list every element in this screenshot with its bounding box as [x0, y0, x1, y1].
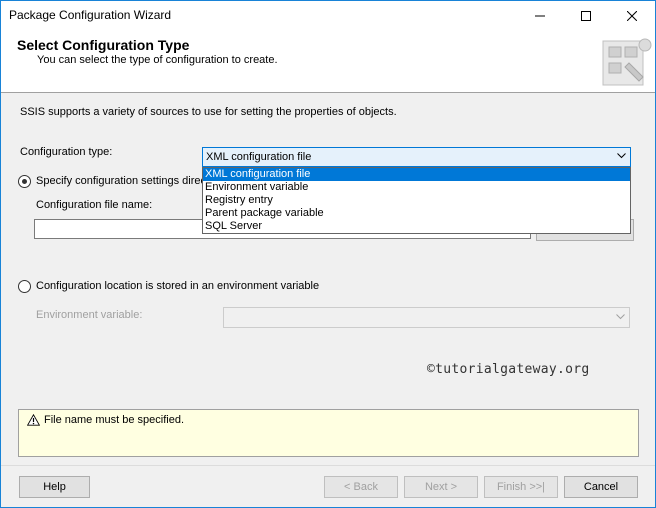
- message-text: File name must be specified.: [44, 414, 185, 426]
- bottom-divider: [1, 465, 655, 466]
- config-type-label: Configuration type:: [20, 146, 113, 158]
- watermark-text: ©tutorialgateway.org: [427, 362, 590, 377]
- close-icon[interactable]: [609, 1, 655, 31]
- warning-icon: [27, 414, 40, 426]
- help-button[interactable]: Help: [19, 476, 90, 498]
- page-title: Select Configuration Type: [17, 37, 190, 53]
- title-bar: Package Configuration Wizard: [1, 1, 655, 31]
- dropdown-option-registry-entry[interactable]: Registry entry: [203, 194, 630, 207]
- radio-specify-directly-label[interactable]: Specify configuration settings directly: [36, 175, 202, 187]
- dropdown-option-parent-package-variable[interactable]: Parent package variable: [203, 207, 630, 220]
- back-button[interactable]: < Back: [324, 476, 398, 498]
- config-type-selected-value: XML configuration file: [206, 151, 312, 163]
- message-box: File name must be specified.: [18, 409, 639, 457]
- config-type-select[interactable]: XML configuration file: [202, 147, 631, 167]
- wizard-window: Package Configuration Wizard Select Conf…: [0, 0, 656, 508]
- description-text: SSIS supports a variety of sources to us…: [20, 106, 397, 118]
- dropdown-option-xml[interactable]: XML configuration file: [203, 168, 630, 181]
- window-title: Package Configuration Wizard: [9, 8, 172, 22]
- cancel-button[interactable]: Cancel: [564, 476, 638, 498]
- radio-env-variable-label[interactable]: Configuration location is stored in an e…: [36, 280, 319, 292]
- minimize-icon[interactable]: [517, 1, 563, 31]
- config-file-name-label: Configuration file name:: [36, 199, 153, 211]
- chevron-down-icon: [616, 314, 625, 320]
- dropdown-option-sql-server[interactable]: SQL Server: [203, 220, 630, 233]
- config-type-dropdown-list: XML configuration file Environment varia…: [202, 167, 631, 234]
- wizard-banner-icon: [599, 33, 655, 91]
- dropdown-option-environment-variable[interactable]: Environment variable: [203, 181, 630, 194]
- radio-specify-directly[interactable]: [18, 175, 31, 188]
- maximize-icon[interactable]: [563, 1, 609, 31]
- chevron-down-icon: [617, 153, 626, 159]
- next-button[interactable]: Next >: [404, 476, 478, 498]
- page-subtitle: You can select the type of configuration…: [37, 54, 278, 66]
- env-variable-select: [223, 307, 630, 328]
- finish-button[interactable]: Finish >>|: [484, 476, 558, 498]
- wizard-header: Select Configuration Type You can select…: [1, 31, 655, 93]
- env-variable-label: Environment variable:: [36, 309, 143, 321]
- radio-env-variable[interactable]: [18, 280, 31, 293]
